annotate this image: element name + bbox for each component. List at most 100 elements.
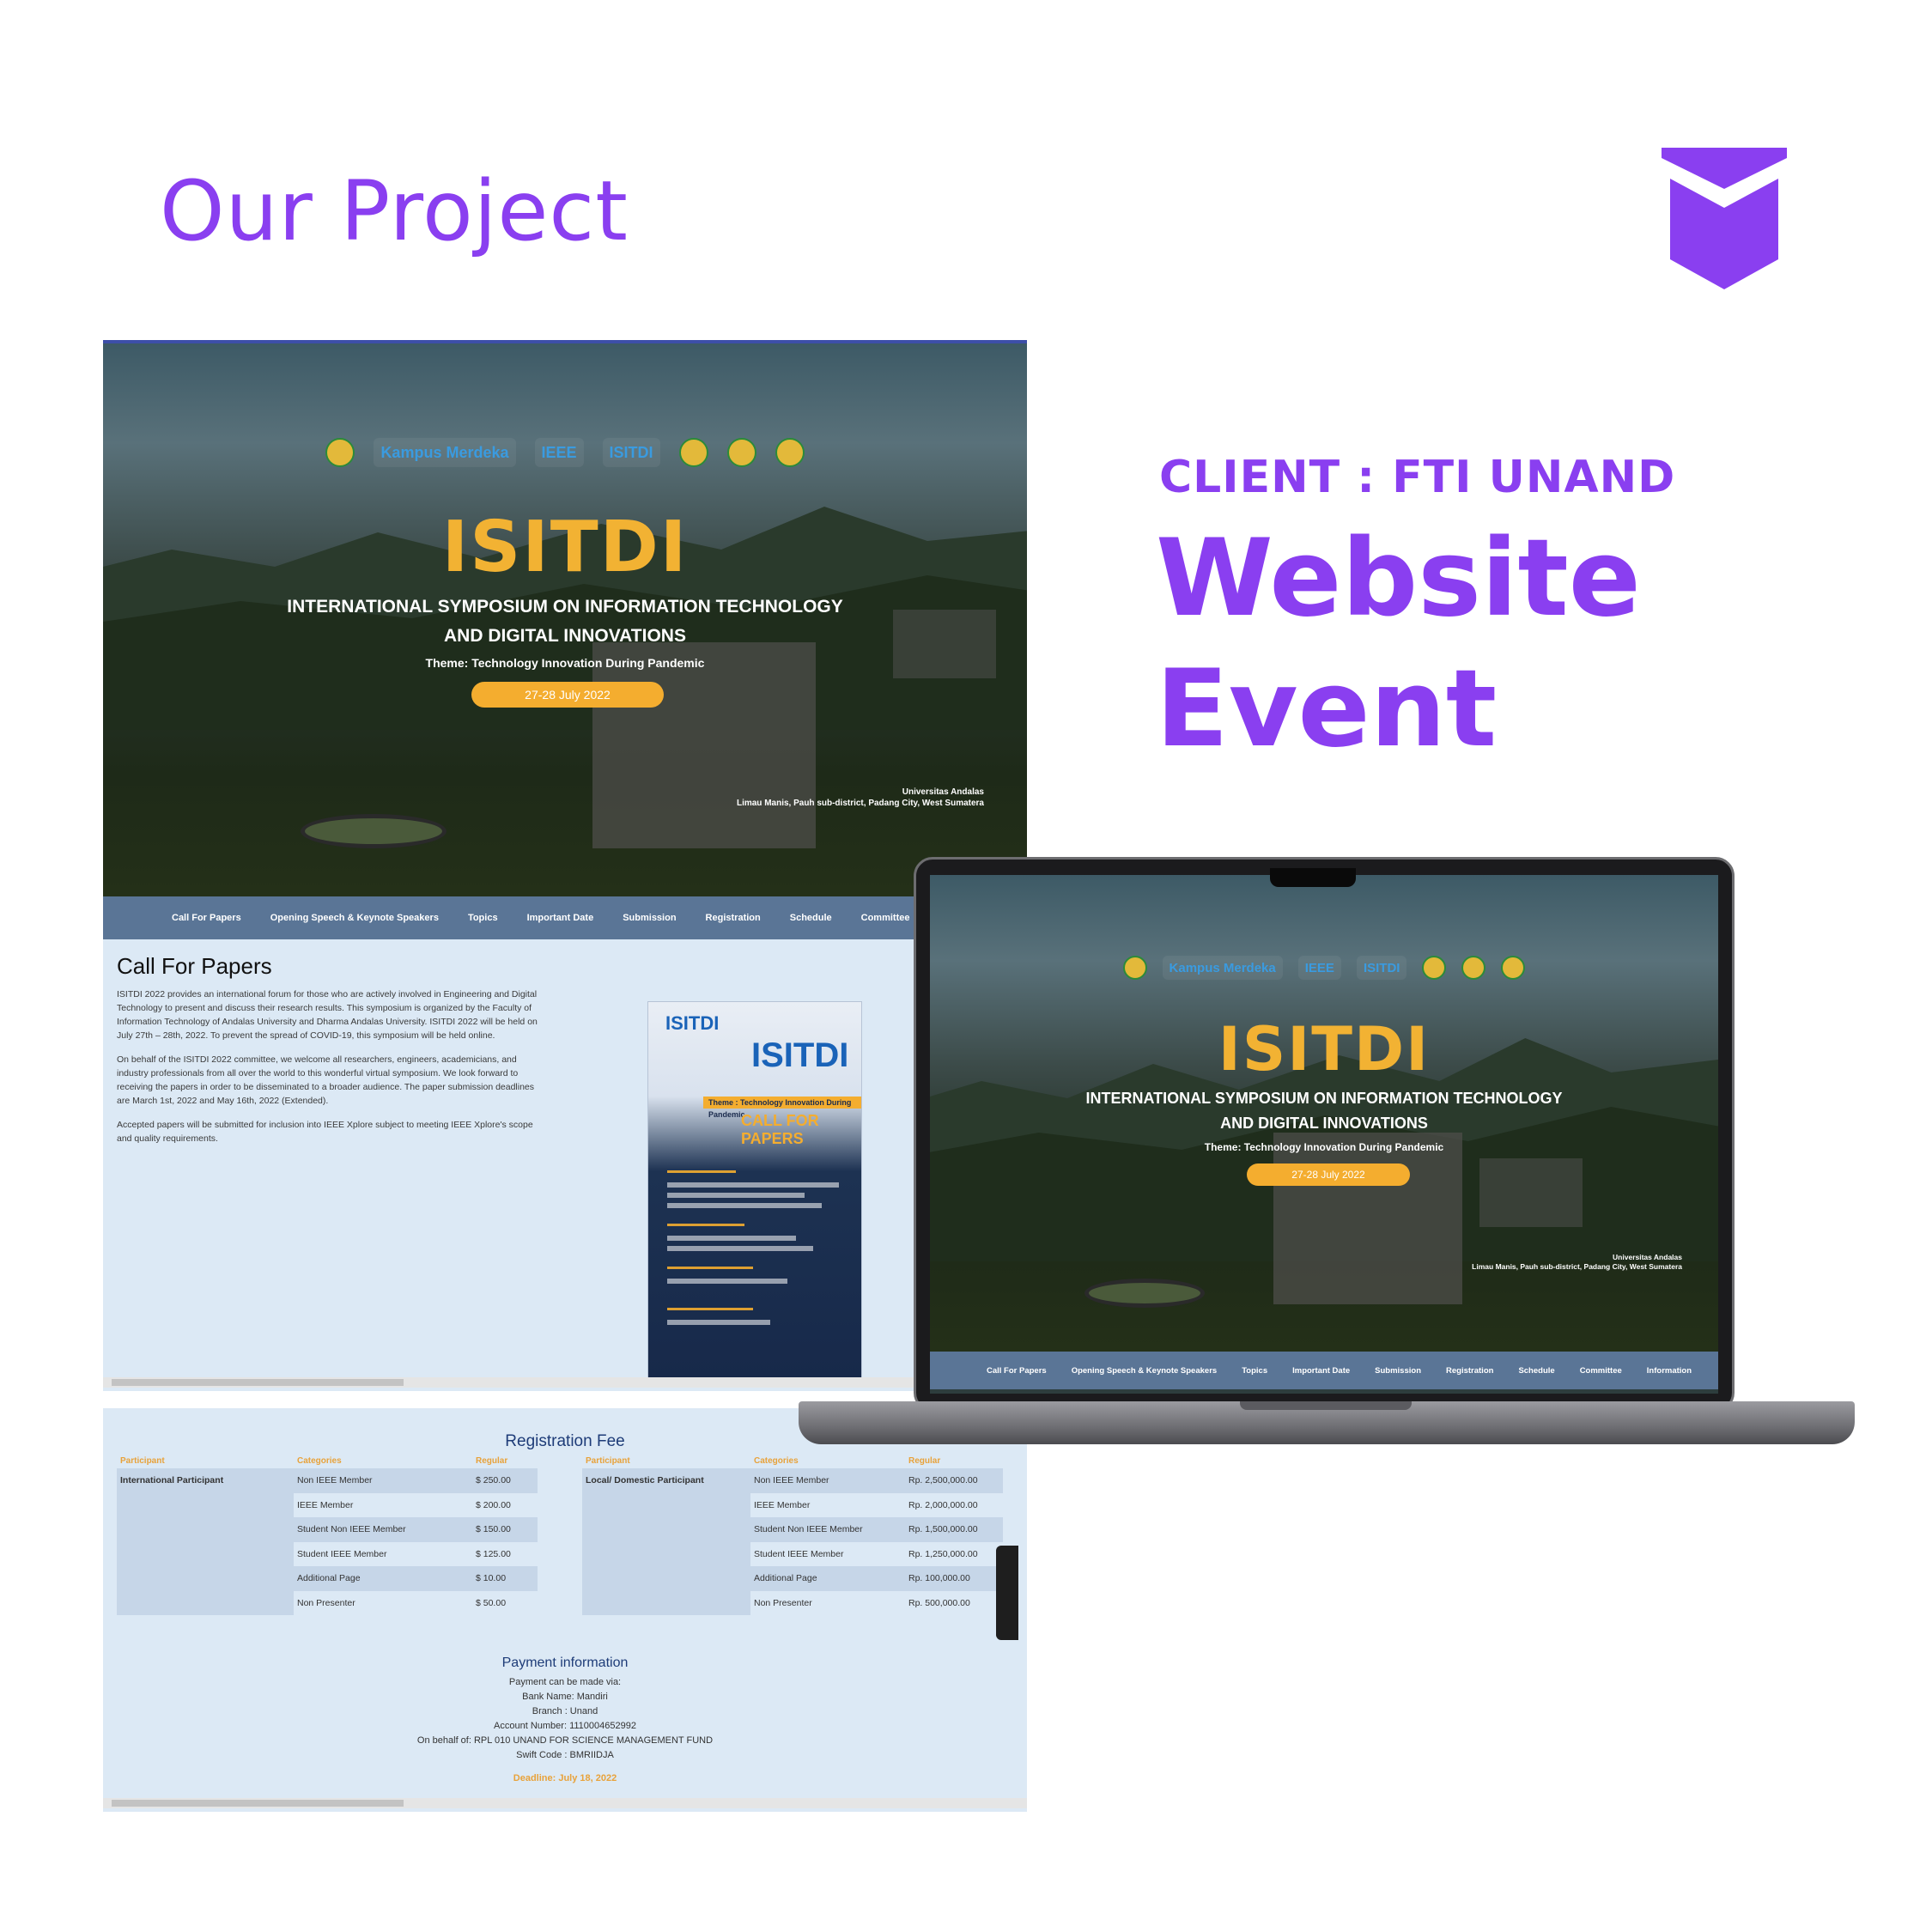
- nav-item[interactable]: Opening Speech & Keynote Speakers: [1072, 1366, 1217, 1376]
- price-cell: $ 250.00: [472, 1468, 538, 1493]
- international-fee-table: Participant Categories Regular Internati…: [117, 1453, 538, 1615]
- table-header: Categories: [754, 1455, 799, 1466]
- ieee-logo: IEEE: [534, 438, 584, 467]
- category-cell: Additional Page: [750, 1566, 905, 1591]
- campus-building: [1479, 1158, 1583, 1227]
- table-header: Categories: [297, 1455, 342, 1466]
- nav-item[interactable]: Information: [1647, 1366, 1692, 1376]
- nav-item[interactable]: Schedule: [1518, 1366, 1554, 1376]
- unand-logo-icon: [1461, 956, 1486, 980]
- hero-date-button[interactable]: 27-28 July 2022: [1247, 1163, 1410, 1186]
- category-cell: Non IEEE Member: [750, 1468, 905, 1493]
- category-cell: Student Non IEEE Member: [294, 1517, 472, 1542]
- page-heading: Our Project: [160, 163, 629, 259]
- price-cell: $ 150.00: [472, 1517, 538, 1542]
- hero-date-button[interactable]: 27-28 July 2022: [471, 682, 664, 708]
- hero-subtitle-line: AND DIGITAL INNOVATIONS: [1220, 1115, 1428, 1132]
- cfp-text: ISITDI 2022 provides an international fo…: [117, 987, 546, 1156]
- isitdi-logo: ISITDI: [602, 438, 660, 467]
- hero-banner: Kampus Merdeka IEEE ISITDI ISITDI INTERN…: [103, 343, 1027, 896]
- nav-item[interactable]: Important Date: [527, 913, 594, 923]
- unidha-logo-icon: [1501, 956, 1526, 980]
- laptop-grip: [1240, 1401, 1412, 1410]
- camera-notch: [1270, 868, 1356, 887]
- scrollbar-thumb[interactable]: [112, 1800, 404, 1807]
- price-cell: Rp. 1,250,000.00: [908, 1548, 978, 1559]
- payment-title: Payment information: [501, 1656, 629, 1670]
- poster-text-line: [667, 1320, 770, 1325]
- table-header: Regular: [908, 1455, 941, 1466]
- side-feedback-tab[interactable]: [996, 1546, 1018, 1640]
- nav-item[interactable]: Call For Papers: [172, 913, 241, 923]
- payment-deadline: Deadline: July 18, 2022: [513, 1773, 617, 1783]
- price-cell: $ 10.00: [472, 1566, 538, 1591]
- kemdikbud-logo-icon: [325, 438, 355, 467]
- location-line: Limau Manis, Pauh sub-district, Padang C…: [736, 799, 984, 808]
- project-title-line1: Website: [1156, 517, 1641, 641]
- laptop-base: [799, 1401, 1855, 1444]
- website-screenshot-registration: Registration Fee Participant Categories …: [103, 1408, 1027, 1812]
- location-line: Limau Manis, Pauh sub-district, Padang C…: [1472, 1262, 1682, 1271]
- price-cell: Rp. 100,000.00: [905, 1566, 1003, 1591]
- location-line: Universitas Andalas: [1613, 1253, 1682, 1261]
- sponsor-logos: Kampus Merdeka IEEE ISITDI: [103, 438, 1027, 467]
- cfp-title: Call For Papers: [117, 953, 272, 979]
- price-cell: Rp. 2,500,000.00: [905, 1468, 1003, 1493]
- nav-item[interactable]: Submission: [623, 913, 676, 923]
- table-header: Regular: [476, 1455, 508, 1466]
- sponsor-logos: Kampus Merdeka IEEE ISITDI: [930, 956, 1718, 980]
- hero-title: ISITDI: [1218, 1014, 1431, 1084]
- anniversary-logo-icon: [678, 438, 708, 467]
- helipad: [1084, 1279, 1205, 1308]
- nav-item[interactable]: Topics: [1242, 1366, 1267, 1376]
- nav-item[interactable]: Registration: [1446, 1366, 1493, 1376]
- category-cell: Student Non IEEE Member: [750, 1517, 905, 1542]
- nav-item[interactable]: Call For Papers: [987, 1366, 1047, 1376]
- nav-item[interactable]: Committee: [1580, 1366, 1622, 1376]
- project-title-line2: Event: [1156, 647, 1498, 771]
- table-row: International Participant Non IEEE Membe…: [117, 1468, 538, 1615]
- payment-line: Payment can be made via:: [508, 1677, 622, 1687]
- isitdi-logo: ISITDI: [1356, 956, 1407, 980]
- nav-item[interactable]: Topics: [468, 913, 498, 923]
- laptop-lid: Kampus Merdeka IEEE ISITDI ISITDI INTERN…: [914, 857, 1735, 1412]
- nav-item[interactable]: Important Date: [1292, 1366, 1350, 1376]
- ieee-logo: IEEE: [1297, 956, 1341, 980]
- domestic-fee-table: Participant Categories Regular Local/ Do…: [582, 1453, 1003, 1615]
- poster-divider: [667, 1224, 744, 1226]
- anniversary-logo-icon: [1422, 956, 1447, 980]
- scrollbar-thumb[interactable]: [112, 1379, 404, 1386]
- price-cell: Rp. 500,000.00: [908, 1597, 970, 1608]
- category-cell: Additional Page: [294, 1566, 472, 1591]
- poster-divider: [667, 1267, 753, 1269]
- nav-item[interactable]: Submission: [1375, 1366, 1421, 1376]
- payment-line: Bank Name: Mandiri: [522, 1692, 608, 1702]
- hero-theme: Theme: Technology Innovation During Pand…: [425, 656, 705, 670]
- nav-item[interactable]: Registration: [706, 913, 761, 923]
- hero-title: ISITDI: [441, 507, 689, 588]
- laptop-mockup: Kampus Merdeka IEEE ISITDI ISITDI INTERN…: [799, 857, 1855, 1449]
- hero-subtitle-line: AND DIGITAL INNOVATIONS: [444, 626, 686, 646]
- cfp-paragraph: On behalf of the ISITDI 2022 committee, …: [117, 1054, 535, 1106]
- price-cell: $ 125.00: [476, 1548, 511, 1559]
- poster-logo: ISITDI: [665, 1012, 720, 1034]
- horizontal-scrollbar[interactable]: [103, 1798, 1027, 1808]
- campus-building: [1273, 1133, 1462, 1304]
- poster-divider: [667, 1170, 736, 1173]
- hero-location: Universitas Andalas Limau Manis, Pauh su…: [1472, 1253, 1682, 1272]
- kemdikbud-logo-icon: [1122, 956, 1147, 980]
- category-cell: Non Presenter: [297, 1597, 355, 1608]
- category-cell: IEEE Member: [297, 1499, 354, 1510]
- category-cell: Student IEEE Member: [754, 1548, 844, 1559]
- helipad: [301, 814, 447, 848]
- table-row: Local/ Domestic Participant Non IEEE Mem…: [582, 1468, 1003, 1615]
- payment-line: On behalf of: RPL 010 UNAND FOR SCIENCE …: [416, 1735, 714, 1746]
- poster-text-line: [667, 1236, 796, 1241]
- nav-item[interactable]: Opening Speech & Keynote Speakers: [270, 913, 439, 923]
- cfp-paragraph: ISITDI 2022 provides an international fo…: [117, 989, 538, 1041]
- cfp-paragraph: Accepted papers will be submitted for in…: [117, 1120, 533, 1144]
- location-line: Universitas Andalas: [902, 787, 984, 797]
- unidha-logo-icon: [775, 438, 805, 467]
- hero-subtitle-line: INTERNATIONAL SYMPOSIUM ON INFORMATION T…: [287, 597, 843, 617]
- price-cell: $ 50.00: [476, 1597, 507, 1608]
